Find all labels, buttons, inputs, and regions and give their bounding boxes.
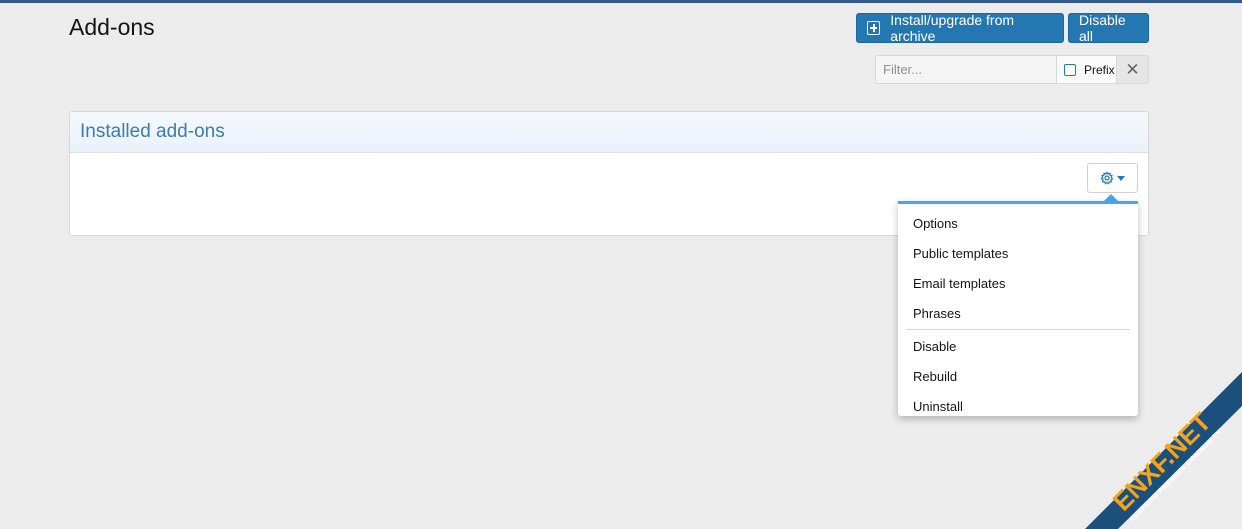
menu-separator	[906, 329, 1130, 330]
install-upgrade-button[interactable]: Install/upgrade from archive	[856, 12, 1064, 44]
panel-title: Installed add-ons	[70, 112, 1148, 153]
filter-input[interactable]	[875, 55, 1056, 84]
prefix-label: Prefix	[1084, 62, 1115, 77]
menu-item-options[interactable]: Options	[898, 208, 1138, 238]
watermark-text: ENXF.NET	[1107, 407, 1217, 517]
install-upgrade-label: Install/upgrade from archive	[890, 12, 1015, 44]
disable-all-label: Disable all	[1079, 12, 1126, 44]
filter-bar: Prefix ✕	[875, 55, 1149, 84]
clear-filter-button[interactable]: ✕	[1117, 55, 1149, 84]
plus-square-icon	[867, 21, 881, 35]
enxf-watermark-logo: ENXF.NET XENFORO PREMIUM COMMUNITY	[1085, 372, 1242, 529]
prefix-checkbox[interactable]	[1064, 63, 1076, 76]
disable-all-button[interactable]: Disable all	[1068, 12, 1149, 44]
page-title: Add-ons	[69, 14, 155, 40]
top-accent-line	[0, 0, 1242, 3]
menu-item-phrases[interactable]: Phrases	[898, 298, 1138, 328]
menu-item-disable[interactable]: Disable	[898, 331, 1138, 361]
menu-item-public-templates[interactable]: Public templates	[898, 238, 1138, 268]
caret-down-icon	[1117, 175, 1125, 181]
gear-icon	[1100, 171, 1114, 185]
prefix-toggle[interactable]: Prefix	[1056, 55, 1117, 84]
close-icon: ✕	[1125, 59, 1140, 79]
addon-controls-button[interactable]	[1087, 163, 1138, 193]
menu-item-email-templates[interactable]: Email templates	[898, 268, 1138, 298]
